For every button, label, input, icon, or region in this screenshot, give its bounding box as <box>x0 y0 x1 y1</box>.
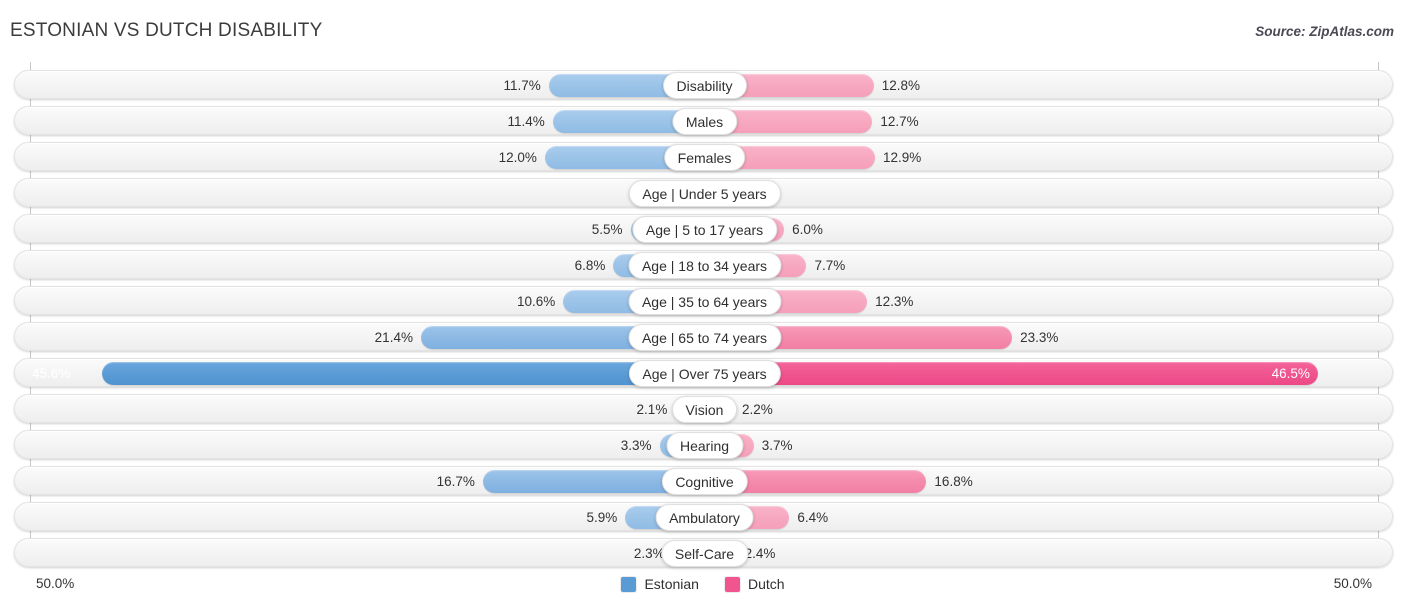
bar-value-estonian: 5.9% <box>586 510 618 525</box>
bar-value-dutch: 2.2% <box>741 402 773 417</box>
bar-value-estonian: 45.6% <box>32 366 71 381</box>
table-row[interactable]: 1.5%1.7%Age | Under 5 years <box>14 178 1393 207</box>
legend-swatch-icon <box>724 576 740 592</box>
table-row[interactable]: 2.1% 2.2% Vision <box>14 394 1393 423</box>
bar-value-dutch: 12.3% <box>875 294 914 309</box>
bar-value-estonian: 2.1% <box>636 402 668 417</box>
category-label-pill[interactable]: Age | 65 to 74 years <box>627 324 782 351</box>
category-label-pill[interactable]: Age | Over 75 years <box>628 360 781 387</box>
category-label-anchor: Disability <box>662 71 747 100</box>
bar-dutch <box>705 362 1318 385</box>
table-row[interactable]: 45.6% 46.5% Age | Over 75 years <box>14 358 1393 387</box>
legend-item-label: Estonian <box>644 576 699 592</box>
bar-value-dutch: 23.3% <box>1020 330 1059 345</box>
table-row[interactable]: 11.7% 12.8% Disability <box>14 70 1393 99</box>
category-label-pill[interactable]: Disability <box>662 72 747 99</box>
bar-value-estonian: 2.3% <box>633 546 665 561</box>
table-row[interactable]: 21.4% 23.3% Age | 65 to 74 years <box>14 322 1393 351</box>
chart-footer: 50.0% 50.0% Estonian Dutch <box>0 572 1406 612</box>
bar-value-dutch: 6.0% <box>792 222 823 237</box>
table-row[interactable]: 10.6% 12.3% Age | 35 to 64 years <box>14 286 1393 315</box>
bar-value-estonian: 11.7% <box>503 78 541 93</box>
category-label-anchor: Males <box>671 107 738 136</box>
bar-value-dutch: 6.4% <box>797 510 829 525</box>
table-row[interactable]: 5.9% 6.4% Ambulatory <box>14 502 1393 531</box>
chart-legend: Estonian Dutch <box>0 576 1406 592</box>
bar-value-estonian: 6.8% <box>574 258 606 273</box>
category-label-anchor: Age | 5 to 17 years <box>631 215 778 244</box>
bar-value-estonian: 10.6% <box>517 294 556 309</box>
diverging-bar-chart-plot: 11.7% 12.8% Disability 11.4% 12.7% Males 12.0%… <box>0 62 1406 570</box>
bar-value-estonian: 12.0% <box>498 150 537 165</box>
bar-value-estonian: 21.4% <box>374 330 413 345</box>
category-label-anchor: Age | 65 to 74 years <box>627 323 782 352</box>
category-label-anchor: Age | Over 75 years <box>628 359 781 388</box>
bar-value-estonian: 3.3% <box>620 438 652 453</box>
bar-value-dutch: 12.7% <box>880 114 919 129</box>
bar-estonian <box>102 362 703 385</box>
legend-item[interactable]: Estonian <box>621 576 699 592</box>
table-row[interactable]: 12.0% 12.9% Females <box>14 142 1393 171</box>
bar-value-dutch: 16.8% <box>934 474 973 489</box>
bar-value-dutch: 3.7% <box>761 438 793 453</box>
category-label-anchor: Females <box>663 143 746 172</box>
table-row[interactable]: 2.3% 2.4% Self-Care <box>14 538 1393 567</box>
bar-value-dutch: 12.8% <box>881 78 920 93</box>
category-label-pill[interactable]: Age | 35 to 64 years <box>627 288 782 315</box>
category-label-pill[interactable]: Vision <box>671 396 738 423</box>
bar-value-estonian: 5.5% <box>591 222 623 237</box>
category-label-pill[interactable]: Self-Care <box>660 540 749 567</box>
category-label-anchor: Self-Care <box>660 539 749 568</box>
category-label-pill[interactable]: Hearing <box>665 432 744 459</box>
bar-value-estonian: 11.4% <box>507 114 545 129</box>
bar-value-dutch: 7.7% <box>814 258 846 273</box>
legend-item-label: Dutch <box>747 576 785 592</box>
bar-value-dutch: 46.5% <box>1271 366 1310 381</box>
legend-item[interactable]: Dutch <box>724 576 785 592</box>
category-label-anchor: Age | Under 5 years <box>628 179 781 208</box>
category-label-anchor: Hearing <box>665 431 744 460</box>
table-row[interactable]: 5.5% 6.0% Age | 5 to 17 years <box>14 214 1393 243</box>
category-label-pill[interactable]: Age | Under 5 years <box>628 180 781 207</box>
category-label-anchor: Cognitive <box>661 467 748 496</box>
category-label-anchor: Age | 35 to 64 years <box>627 287 782 316</box>
table-row[interactable]: 3.3% 3.7% Hearing <box>14 430 1393 459</box>
bar-value-estonian: 16.7% <box>436 474 475 489</box>
category-label-pill[interactable]: Ambulatory <box>655 504 754 531</box>
chart-header: ESTONIAN VS DUTCH DISABILITY Source: Zip… <box>0 0 1406 62</box>
legend-swatch-icon <box>621 576 637 592</box>
category-label-pill[interactable]: Age | 5 to 17 years <box>631 216 778 243</box>
table-row[interactable]: 6.8% 7.7% Age | 18 to 34 years <box>14 250 1393 279</box>
table-row[interactable]: 11.4% 12.7% Males <box>14 106 1393 135</box>
source-attribution: Source: ZipAtlas.com <box>1255 24 1394 39</box>
bar-value-dutch: 12.9% <box>883 150 922 165</box>
table-row[interactable]: 16.7% 16.8% Cognitive <box>14 466 1393 495</box>
category-label-pill[interactable]: Age | 18 to 34 years <box>627 252 782 279</box>
bar-value-dutch: 2.4% <box>744 546 776 561</box>
category-label-anchor: Age | 18 to 34 years <box>627 251 782 280</box>
category-label-anchor: Ambulatory <box>655 503 754 532</box>
category-label-pill[interactable]: Males <box>671 108 738 135</box>
category-label-pill[interactable]: Females <box>663 144 746 171</box>
category-label-anchor: Vision <box>671 395 738 424</box>
page-title: ESTONIAN VS DUTCH DISABILITY <box>10 20 323 41</box>
category-label-pill[interactable]: Cognitive <box>661 468 748 495</box>
